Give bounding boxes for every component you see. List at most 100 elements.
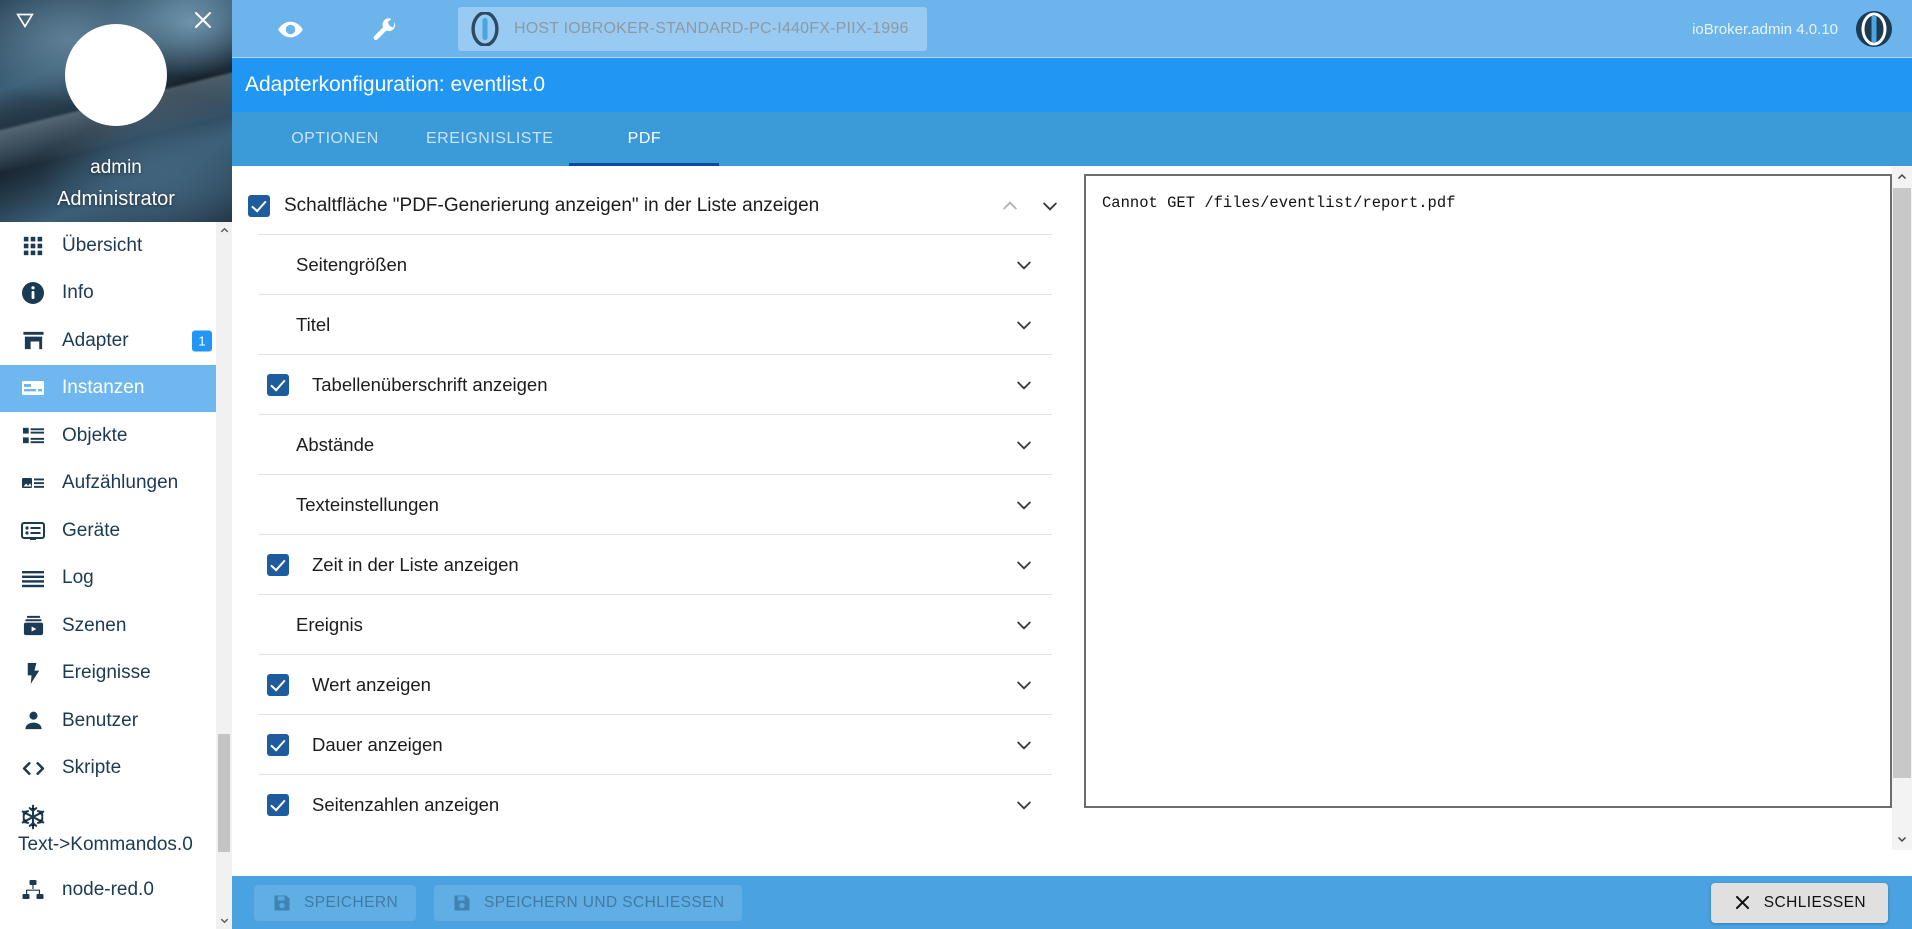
tab-optionen[interactable]: OPTIONEN xyxy=(260,112,410,166)
config-content: Schaltfläche "PDF-Generierung anzeigen" … xyxy=(232,166,1912,816)
sidebar-item-label: Info xyxy=(62,282,94,304)
sidebar-item-objekte[interactable]: Objekte xyxy=(0,412,232,460)
tab-pdf[interactable]: PDF xyxy=(569,112,720,166)
grid-icon xyxy=(18,231,48,261)
sidebar-item-benutzer[interactable]: Benutzer xyxy=(0,697,232,745)
chevron-down-icon[interactable] xyxy=(1004,785,1044,817)
main-area: HOST IOBROKER-STANDARD-PC-I440FX-PIIX-19… xyxy=(232,0,1912,929)
chevron-down-icon[interactable] xyxy=(1004,305,1044,345)
app-root: admin Administrator Übersicht Info Adapt… xyxy=(0,0,1912,929)
sidebar-item-instanzen[interactable]: Instanzen xyxy=(0,364,232,412)
close-button[interactable]: SCHLIESSEN xyxy=(1710,882,1888,923)
eye-icon[interactable] xyxy=(262,5,318,53)
sidebar: admin Administrator Übersicht Info Adapt… xyxy=(0,0,232,929)
wrench-icon[interactable] xyxy=(356,5,412,53)
sidebar-item-uebersicht[interactable]: Übersicht xyxy=(0,222,232,270)
chevron-down-icon[interactable] xyxy=(1004,605,1044,645)
save-button-label: SPEICHERN xyxy=(304,893,399,911)
sidebar-item-log[interactable]: Log xyxy=(0,555,232,603)
setting-row-dauer-anzeigen[interactable]: Dauer anzeigen xyxy=(258,714,1052,774)
setting-row-ereignis[interactable]: Ereignis xyxy=(258,594,1052,654)
setting-row-seitengroessen[interactable]: Seitengrößen xyxy=(258,234,1052,294)
main-scrollbar[interactable] xyxy=(1892,166,1912,850)
chevron-up-icon[interactable] xyxy=(1892,166,1912,188)
dialog-tabs: OPTIONEN EREIGNISLISTE PDF xyxy=(232,112,1912,166)
chevron-down-icon[interactable] xyxy=(1004,365,1044,405)
user-role: Administrator xyxy=(57,188,175,210)
chevron-down-icon[interactable] xyxy=(1892,828,1912,850)
save-and-close-button-label: SPEICHERN UND SCHLIESSEN xyxy=(484,893,725,911)
sidebar-item-skripte[interactable]: Skripte xyxy=(0,745,232,793)
sidebar-item-label: Objekte xyxy=(62,424,128,446)
setting-checkbox[interactable] xyxy=(267,793,289,816)
close-icon[interactable] xyxy=(188,5,218,35)
lightning-icon xyxy=(18,658,48,688)
setting-row-seitenzahlen-anzeigen[interactable]: Seitenzahlen anzeigen xyxy=(258,774,1052,816)
setting-checkbox[interactable] xyxy=(267,553,289,576)
sidebar-item-label: Skripte xyxy=(62,757,122,779)
sidebar-scrollbar-thumb[interactable] xyxy=(218,734,230,852)
collapse-triangle-icon[interactable] xyxy=(10,5,40,35)
sidebar-item-label: Log xyxy=(62,567,94,589)
setting-row-abstaende[interactable]: Abstände xyxy=(258,414,1052,474)
settings-panel-list: Seitengrößen Titel Tabellenüberschrift a… xyxy=(258,234,1052,816)
sidebar-item-szenen[interactable]: Szenen xyxy=(0,602,232,650)
sidebar-item-node-red[interactable]: node-red.0 xyxy=(0,866,232,914)
user-icon xyxy=(18,706,48,736)
iobroker-logo-icon xyxy=(1854,9,1894,49)
sidebar-item-adapter[interactable]: Adapter 1 xyxy=(0,317,232,365)
setting-label: Wert anzeigen xyxy=(312,673,431,695)
save-and-close-button[interactable]: SPEICHERN UND SCHLIESSEN xyxy=(434,884,743,921)
setting-checkbox[interactable] xyxy=(267,673,289,696)
checkbox-wrap xyxy=(258,793,312,816)
sidebar-user-header: admin Administrator xyxy=(0,0,232,222)
close-x-icon xyxy=(1733,893,1752,912)
sidebar-item-info[interactable]: Info xyxy=(0,270,232,318)
setting-label: Abstände xyxy=(296,433,375,455)
sidebar-item-label: Aufzählungen xyxy=(62,472,179,494)
sidebar-scrollbar[interactable] xyxy=(216,222,232,929)
setting-checkbox[interactable] xyxy=(267,733,289,756)
code-brackets-icon xyxy=(18,753,48,783)
pdf-preview-pane: Cannot GET /files/eventlist/report.pdf xyxy=(1070,166,1912,816)
sidebar-item-aufzaehlungen[interactable]: Aufzählungen xyxy=(0,460,232,508)
setting-label: Tabellenüberschrift anzeigen xyxy=(312,373,548,395)
host-selector[interactable]: HOST IOBROKER-STANDARD-PC-I440FX-PIIX-19… xyxy=(458,7,927,51)
checkbox-wrap xyxy=(258,673,312,696)
setting-row-zeit-in-liste[interactable]: Zeit in der Liste anzeigen xyxy=(258,534,1052,594)
pdf-generation-setting-row[interactable]: Schaltfläche "PDF-Generierung anzeigen" … xyxy=(232,178,1070,234)
setting-row-texteinstellungen[interactable]: Texteinstellungen xyxy=(258,474,1052,534)
sidebar-item-ereignisse[interactable]: Ereignisse xyxy=(0,650,232,698)
sidebar-item-text-kommandos[interactable]: Text->Kommandos.0 xyxy=(0,792,232,866)
chevron-down-icon[interactable] xyxy=(1004,665,1044,705)
sidebar-item-label: node-red.0 xyxy=(62,878,154,900)
sidebar-item-geraete[interactable]: Geräte xyxy=(0,507,232,555)
save-disk-icon xyxy=(452,893,472,913)
save-button[interactable]: SPEICHERN xyxy=(254,884,417,921)
pdf-generation-checkbox[interactable] xyxy=(248,195,270,217)
pdf-preview-frame: Cannot GET /files/eventlist/report.pdf xyxy=(1084,174,1892,808)
setting-label: Titel xyxy=(296,313,331,335)
log-lines-icon xyxy=(18,563,48,593)
adapter-update-badge: 1 xyxy=(192,330,212,352)
chevron-up-icon[interactable] xyxy=(990,186,1030,226)
sidebar-item-label: Instanzen xyxy=(62,377,145,399)
main-scrollbar-thumb[interactable] xyxy=(1893,188,1911,778)
chevron-down-icon[interactable] xyxy=(1004,725,1044,765)
chevron-down-icon[interactable] xyxy=(216,912,232,929)
setting-label: Texteinstellungen xyxy=(296,493,439,515)
chevron-down-icon[interactable] xyxy=(1030,186,1070,226)
chevron-down-icon[interactable] xyxy=(1004,545,1044,585)
tab-ereignisliste[interactable]: EREIGNISLISTE xyxy=(410,112,569,166)
chevron-down-icon[interactable] xyxy=(1004,485,1044,525)
adapter-config-dialog: Adapterkonfiguration: eventlist.0 OPTION… xyxy=(232,58,1912,929)
setting-checkbox[interactable] xyxy=(267,373,289,396)
app-version-label: ioBroker.admin 4.0.10 xyxy=(1692,20,1838,38)
iobroker-logo-icon xyxy=(468,11,502,47)
setting-row-tabellenueberschrift[interactable]: Tabellenüberschrift anzeigen xyxy=(258,354,1052,414)
chevron-down-icon[interactable] xyxy=(1004,245,1044,285)
chevron-up-icon[interactable] xyxy=(216,222,232,239)
setting-row-titel[interactable]: Titel xyxy=(258,294,1052,354)
setting-row-wert-anzeigen[interactable]: Wert anzeigen xyxy=(258,654,1052,714)
chevron-down-icon[interactable] xyxy=(1004,425,1044,465)
